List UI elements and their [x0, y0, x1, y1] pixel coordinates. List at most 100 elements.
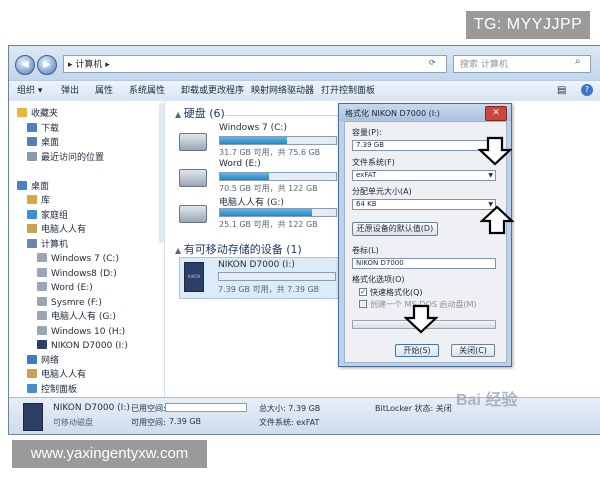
nav-item[interactable]: 计算机 [27, 238, 68, 252]
nav-scrollbar[interactable] [159, 103, 164, 243]
selected-drive-type: 可移动磁盘 [53, 418, 93, 427]
capacity-label: 容量(P): [352, 128, 382, 137]
search-icon[interactable]: ⌕ [575, 56, 581, 67]
nav-item[interactable]: 桌面 [27, 136, 59, 150]
dialog-title: 格式化 NIKON D7000 (I:) [345, 109, 440, 118]
hard-drive-icon [179, 169, 207, 187]
nav-item[interactable]: 电脑人人有 [27, 223, 86, 237]
allocation-label: 分配单元大小(A) [352, 187, 412, 196]
nav-item[interactable]: 电脑人人有 [27, 368, 86, 382]
system-properties-button[interactable]: 系统属性 [129, 84, 165, 98]
drive-name: 电脑人人有 (G:) [219, 198, 284, 208]
nav-item[interactable]: Word (E:) [37, 281, 93, 295]
uninstall-button[interactable]: 卸载或更改程序 [181, 84, 244, 98]
drive-item[interactable]: Word (E:) 70.5 GB 可用，共 122 GB [179, 159, 339, 199]
control-panel-button[interactable]: 打开控制面板 [321, 84, 375, 98]
drive-space-text: 7.39 GB 可用，共 7.39 GB [218, 285, 320, 294]
down-arrow-annotation [478, 136, 512, 166]
command-toolbar: 组织 ▾ 弹出 属性 系统属性 卸载或更改程序 映射网络驱动器 打开控制面板 ▤… [9, 80, 600, 102]
back-icon[interactable]: ◀ [15, 55, 35, 75]
nav-item[interactable]: 桌面 [17, 180, 49, 194]
start-button[interactable]: 开始(S) [395, 344, 439, 357]
close-button[interactable]: 关闭(C) [451, 344, 495, 357]
nav-item-label: Windows 10 (H:) [51, 326, 126, 337]
folder-icon [37, 340, 47, 349]
search-input[interactable]: 搜索 计算机 [453, 55, 591, 73]
forward-icon[interactable]: ▶ [37, 55, 57, 75]
msdos-checkbox[interactable] [359, 300, 367, 308]
folder-icon [27, 383, 37, 393]
nav-item[interactable]: 最近访问的位置 [27, 151, 104, 165]
map-drive-button[interactable]: 映射网络驱动器 [251, 84, 314, 98]
allocation-value: 64 KB [356, 200, 377, 208]
drive-space-text: 25.1 GB 可用，共 122 GB [219, 220, 318, 229]
removable-group-header[interactable]: ▲ 有可移动存储的设备 (1) [175, 241, 302, 257]
nav-item[interactable]: 控制面板 [27, 383, 77, 397]
navigation-pane: 收藏夹 下载 桌面 最近访问的位置 桌面库家庭组 电脑人人有 计算机 Windows 7 (C… [9, 101, 165, 397]
eject-button[interactable]: 弹出 [61, 84, 79, 98]
nav-item-label: Windows8 (D:) [51, 268, 117, 279]
nav-item-label: 最近访问的位置 [41, 152, 105, 163]
nav-item[interactable]: 收藏夹 [17, 107, 58, 121]
sd-card-label: NIKON [187, 274, 201, 279]
dropdown-arrow-icon: ▼ [488, 172, 493, 179]
address-field[interactable]: ▸ 计算机 ▸ [63, 55, 447, 73]
nav-item[interactable]: Sysmre (F:) [37, 296, 102, 310]
folder-icon [27, 224, 37, 233]
organize-button[interactable]: 组织 ▾ [17, 84, 42, 98]
refresh-icon[interactable]: ⟳ [429, 58, 436, 67]
nav-item-label: 桌面 [31, 181, 50, 192]
nav-item[interactable]: 网络 [27, 354, 59, 368]
nav-item-label: 下载 [41, 123, 60, 134]
drive-usage-bar [218, 272, 336, 281]
nav-item[interactable]: Windows8 (D:) [37, 267, 117, 281]
drive-item[interactable]: 电脑人人有 (G:) 25.1 GB 可用，共 122 GB [179, 195, 339, 235]
volume-label-input[interactable]: NIKON D7000 [352, 258, 496, 269]
folder-icon [27, 238, 37, 248]
nav-item-label: NIKON D7000 (I:) [51, 341, 128, 351]
nav-item[interactable]: NIKON D7000 (I:) [37, 339, 128, 353]
nav-item[interactable]: 下载 [27, 122, 59, 136]
nav-item-label: 电脑人人有 [41, 225, 87, 235]
baidu-watermark: Bai 经验 [456, 392, 518, 409]
quick-format-label: 快速格式化(Q) [370, 288, 423, 297]
nav-item[interactable]: 电脑人人有 (G:) [37, 310, 116, 324]
free-space-label: 可用空间: [131, 418, 166, 427]
drive-usage-bar [219, 172, 337, 181]
properties-button[interactable]: 属性 [95, 84, 113, 98]
folder-icon [27, 195, 37, 204]
help-icon[interactable]: ? [581, 84, 593, 96]
restore-defaults-button[interactable]: 还原设备的默认值(D) [352, 222, 438, 236]
nav-item[interactable]: Windows 7 (C:) [37, 252, 119, 266]
drive-space-text: 70.5 GB 可用，共 122 GB [219, 184, 318, 193]
drive-space-text: 31.7 GB 可用，共 75.6 GB [219, 148, 321, 157]
removable-group-title: 有可移动存储的设备 (1) [183, 243, 302, 256]
close-icon[interactable]: ✕ [485, 106, 507, 121]
drive-name: NIKON D7000 (I:) [218, 260, 295, 270]
nav-item-label: Word (E:) [51, 283, 93, 293]
search-placeholder: 搜索 计算机 [460, 60, 508, 70]
view-options-icon[interactable]: ▤ [557, 84, 566, 98]
hard-drive-icon [179, 205, 207, 223]
folder-icon [27, 137, 37, 146]
format-options-label: 格式化选项(O) [352, 275, 405, 284]
up-arrow-annotation [480, 205, 514, 235]
hdd-group-header[interactable]: ▲ 硬盘 (6) [175, 105, 225, 121]
removable-drive-item[interactable]: NIKON NIKON D7000 (I:) 7.39 GB 可用，共 7.39… [179, 257, 345, 299]
nav-item-label: 库 [41, 196, 51, 206]
free-space-value: 7.39 GB [169, 417, 202, 426]
capacity-select[interactable]: 7.39 GB [352, 140, 496, 151]
top-watermark: TG: MYYJJPP [466, 11, 590, 39]
filesystem-select[interactable]: exFAT ▼ [352, 170, 496, 181]
nav-item[interactable]: 库 [27, 194, 50, 208]
total-size: 总大小: 7.39 GB [259, 404, 321, 413]
nav-item[interactable]: 家庭组 [27, 209, 68, 223]
bottom-watermark: www.yaxingentyxw.com [12, 440, 207, 468]
folder-icon [27, 369, 37, 378]
drive-item[interactable]: Windows 7 (C:) 31.7 GB 可用，共 75.6 GB [179, 123, 339, 163]
allocation-select[interactable]: 64 KB ▼ [352, 199, 496, 210]
folder-icon [17, 108, 27, 117]
nav-item[interactable]: Windows 10 (H:) [37, 325, 125, 339]
quick-format-checkbox[interactable]: ✓ [359, 288, 367, 296]
folder-icon [37, 267, 47, 277]
